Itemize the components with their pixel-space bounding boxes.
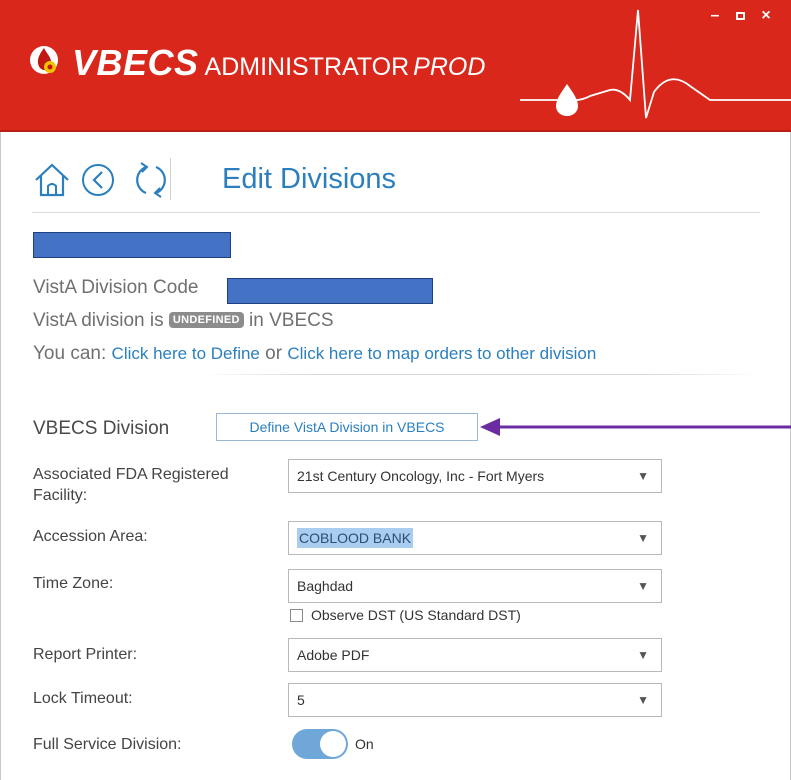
chevron-down-icon: ▼ [637, 648, 649, 662]
map-orders-link[interactable]: Click here to map orders to other divisi… [287, 344, 596, 363]
home-icon[interactable] [32, 158, 72, 202]
header-divider [32, 212, 760, 213]
info-divider [200, 374, 760, 375]
maximize-icon [735, 12, 745, 20]
division-code-label: VistA Division Code [33, 277, 199, 298]
state-prefix: VistA division is [33, 310, 164, 331]
chevron-down-icon: ▼ [637, 531, 649, 545]
refresh-icon[interactable] [132, 158, 172, 202]
accession-area-label: Accession Area: [33, 528, 148, 545]
app-name: VBECS [72, 42, 199, 83]
define-division-link[interactable]: Click here to Define [112, 344, 260, 363]
division-state-line: VistA division is UNDEFINED in VBECS [33, 310, 334, 332]
back-icon[interactable] [80, 158, 120, 202]
title-bar: VBECS ADMINISTRATOR PROD – × [0, 0, 791, 132]
close-button[interactable]: × [757, 8, 775, 24]
lock-timeout-value: 5 [297, 692, 305, 708]
time-zone-label: Time Zone: [33, 575, 114, 592]
lock-timeout-select[interactable]: 5 ▼ [288, 683, 662, 717]
chevron-down-icon: ▼ [637, 469, 649, 483]
report-printer-select[interactable]: Adobe PDF ▼ [288, 638, 662, 672]
observe-dst-label: Observe DST (US Standard DST) [311, 607, 521, 623]
page-title: Edit Divisions [222, 163, 397, 195]
state-suffix: in VBECS [249, 310, 334, 331]
full-service-toggle[interactable] [292, 729, 348, 759]
report-printer-value: Adobe PDF [297, 647, 370, 663]
time-zone-value: Baghdad [297, 578, 354, 594]
environment-label: PROD [413, 53, 486, 81]
redacted-division-name [33, 232, 231, 258]
maximize-button[interactable] [731, 8, 749, 24]
ecg-line-icon [520, 9, 791, 119]
fda-facility-label: Associated FDA Registered Facility: [33, 466, 229, 504]
annotation-arrow-icon [480, 418, 791, 436]
section-title: VBECS Division [33, 418, 170, 439]
full-service-state: On [355, 736, 374, 752]
app-subtitle: ADMINISTRATOR [204, 53, 410, 81]
or-text: or [265, 343, 283, 364]
full-service-label: Full Service Division: [33, 736, 182, 753]
report-printer-label: Report Printer: [33, 646, 138, 663]
nav-divider [170, 158, 171, 200]
checkbox-box [290, 609, 303, 622]
fda-facility-select[interactable]: 21st Century Oncology, Inc - Fort Myers … [288, 459, 662, 493]
accession-area-value: COBLOOD BANK [297, 528, 414, 548]
lock-timeout-label: Lock Timeout: [33, 690, 133, 707]
chevron-down-icon: ▼ [637, 579, 649, 593]
vbecs-logo-icon [30, 46, 58, 74]
time-zone-select[interactable]: Baghdad ▼ [288, 569, 662, 603]
division-code-line: VistA Division Code [33, 277, 198, 299]
status-badge: UNDEFINED [168, 312, 244, 328]
accession-area-select[interactable]: COBLOOD BANK ▼ [288, 521, 662, 555]
app-title: VBECS ADMINISTRATOR PROD [72, 42, 485, 84]
chevron-down-icon: ▼ [637, 693, 649, 707]
toggle-knob [320, 731, 346, 757]
minimize-button[interactable]: – [706, 8, 724, 24]
observe-dst-checkbox[interactable]: Observe DST (US Standard DST) [290, 607, 521, 623]
fda-facility-value: 21st Century Oncology, Inc - Fort Myers [297, 468, 545, 484]
actions-prefix: You can: [33, 343, 107, 364]
define-vista-division-button[interactable]: Define VistA Division in VBECS [216, 413, 478, 441]
redacted-division-code [227, 278, 433, 304]
division-actions-line: You can: Click here to Define or Click h… [33, 343, 596, 365]
